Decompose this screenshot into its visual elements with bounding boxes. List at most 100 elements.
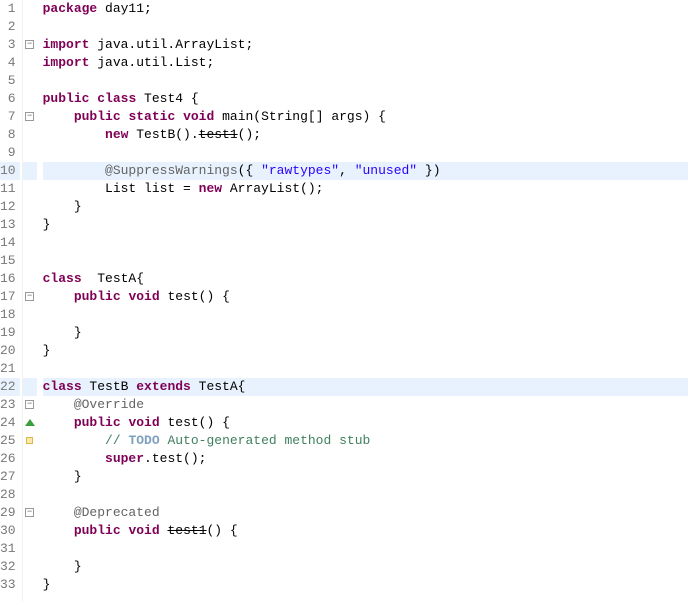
fold-cell[interactable]: − [23,108,37,126]
code-line[interactable] [43,306,688,324]
code-area[interactable]: package day11; import java.util.ArrayLis… [37,0,688,601]
code-line[interactable]: } [43,216,688,234]
fold-cell [23,72,37,90]
token-plain [43,127,105,142]
code-line[interactable]: public void test() { [43,414,688,432]
fold-cell [23,0,37,18]
token-plain: TestA{ [82,271,144,286]
line-number: 21 [0,360,20,378]
fold-cell [23,468,37,486]
line-number: 27 [0,468,20,486]
fold-column[interactable]: − − − − − [23,0,37,601]
code-line[interactable]: @Override [43,396,688,414]
fold-collapse-icon[interactable]: − [25,508,34,517]
fold-collapse-icon[interactable]: − [25,40,34,49]
code-line[interactable]: super.test(); [43,450,688,468]
fold-collapse-icon[interactable]: − [25,112,34,121]
token-plain: } [43,469,82,484]
line-number: 26 [0,450,20,468]
code-line[interactable] [43,486,688,504]
token-kw: import [43,37,90,52]
token-plain [43,451,105,466]
hint-icon[interactable] [26,437,33,444]
fold-cell [23,54,37,72]
code-editor[interactable]: 1234567891011121314151617181920212223242… [0,0,688,601]
fold-cell[interactable] [23,414,37,432]
code-line[interactable]: @Deprecated [43,504,688,522]
fold-cell[interactable]: − [23,36,37,54]
code-line[interactable]: import java.util.ArrayList; [43,36,688,54]
token-plain: } [43,199,82,214]
fold-cell [23,576,37,594]
code-line[interactable]: new TestB().test1(); [43,126,688,144]
token-plain: test() { [160,289,230,304]
line-number: 33 [0,576,20,594]
code-line[interactable] [43,18,688,36]
fold-cell [23,324,37,342]
line-number: 5 [0,72,20,90]
line-number: 23 [0,396,20,414]
token-plain: () { [207,523,238,538]
token-plain: Test4 { [136,91,198,106]
fold-cell[interactable]: − [23,288,37,306]
token-plain: test() { [160,415,230,430]
code-line[interactable]: } [43,198,688,216]
code-line[interactable]: public void test1() { [43,522,688,540]
token-kw: super [105,451,144,466]
fold-cell [23,216,37,234]
code-line[interactable]: } [43,324,688,342]
code-line[interactable] [43,540,688,558]
fold-cell [23,540,37,558]
fold-cell [23,162,37,180]
token-kw: public [74,523,121,538]
fold-collapse-icon[interactable]: − [25,400,34,409]
code-line[interactable]: import java.util.List; [43,54,688,72]
code-line[interactable] [43,234,688,252]
fold-cell[interactable] [23,432,37,450]
code-line[interactable] [43,144,688,162]
code-line[interactable]: } [43,576,688,594]
code-line[interactable]: public void test() { [43,288,688,306]
token-plain: } [43,559,82,574]
token-kw: new [199,181,222,196]
token-plain: TestB [82,379,137,394]
code-line[interactable] [43,252,688,270]
fold-cell [23,360,37,378]
token-kw: package [43,1,98,16]
token-cmt: Auto-generated method stub [160,433,371,448]
code-line[interactable] [43,360,688,378]
token-plain [43,163,105,178]
code-line[interactable] [43,72,688,90]
code-line[interactable]: public class Test4 { [43,90,688,108]
fold-cell [23,252,37,270]
token-plain: java.util.List; [89,55,214,70]
token-kw: import [43,55,90,70]
fold-cell[interactable]: − [23,396,37,414]
fold-cell [23,306,37,324]
code-line[interactable]: } [43,558,688,576]
code-line[interactable]: @SuppressWarnings({ "rawtypes", "unused"… [43,162,688,180]
override-icon[interactable] [25,419,35,426]
code-line[interactable]: // TODO Auto-generated method stub [43,432,688,450]
line-number: 30 [0,522,20,540]
code-line[interactable]: } [43,342,688,360]
token-cmt: // [105,433,128,448]
fold-collapse-icon[interactable]: − [25,292,34,301]
code-line[interactable]: class TestA{ [43,270,688,288]
fold-cell[interactable]: − [23,504,37,522]
fold-cell [23,234,37,252]
token-dep: test1 [167,523,206,538]
code-line[interactable]: public static void main(String[] args) { [43,108,688,126]
code-line[interactable]: package day11; [43,0,688,18]
code-line[interactable]: } [43,468,688,486]
line-number-gutter: 1234567891011121314151617181920212223242… [0,0,23,601]
token-str: "rawtypes" [261,163,339,178]
token-ann: @Deprecated [74,505,160,520]
token-plain: } [43,325,82,340]
code-line[interactable]: class TestB extends TestA{ [43,378,688,396]
token-kw: class [43,379,82,394]
code-line[interactable]: List list = new ArrayList(); [43,180,688,198]
token-plain [43,433,105,448]
line-number: 14 [0,234,20,252]
fold-cell [23,378,37,396]
